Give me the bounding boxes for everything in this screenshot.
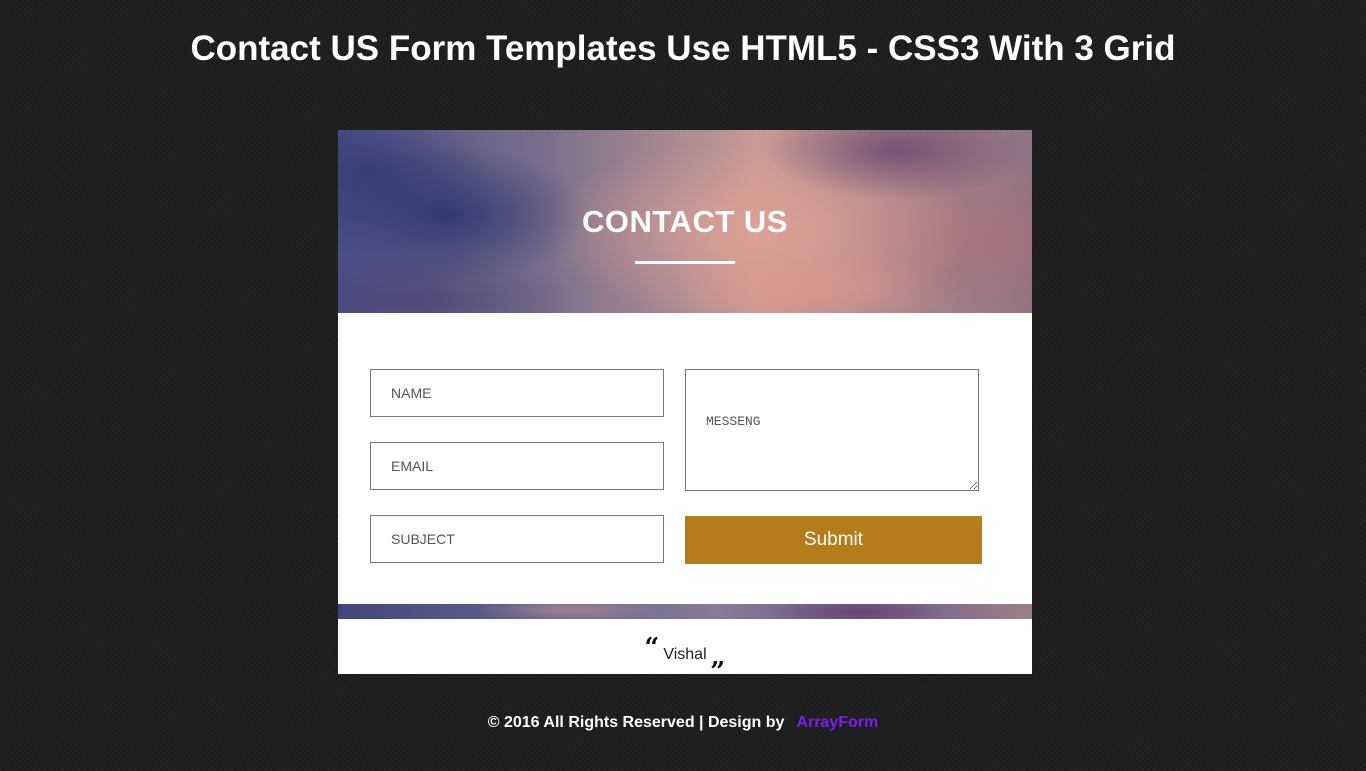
subject-input[interactable] — [370, 515, 664, 563]
close-quote-icon: „ — [710, 642, 726, 672]
contact-card: CONTACT US Submit “Vishal„ — [338, 130, 1032, 674]
footer-design-link[interactable]: ArrayForm — [796, 714, 878, 731]
submit-button[interactable]: Submit — [685, 516, 982, 564]
decorative-divider-strip — [338, 604, 1032, 619]
email-input[interactable] — [370, 442, 664, 490]
page-title: Contact US Form Templates Use HTML5 - CS… — [190, 29, 1176, 68]
author-credit: “Vishal „ — [338, 628, 1032, 678]
message-textarea[interactable] — [685, 369, 979, 491]
heading-underline — [635, 261, 735, 264]
contact-heading: CONTACT US — [582, 204, 788, 239]
name-input[interactable] — [370, 369, 664, 417]
footer: © 2016 All Rights Reserved | Design by Ar… — [0, 713, 1366, 733]
open-quote-icon: “ — [644, 633, 660, 663]
author-name: Vishal — [663, 646, 707, 663]
contact-header-banner: CONTACT US — [338, 130, 1032, 313]
footer-copyright: © 2016 All Rights Reserved | Design by — [487, 714, 785, 731]
